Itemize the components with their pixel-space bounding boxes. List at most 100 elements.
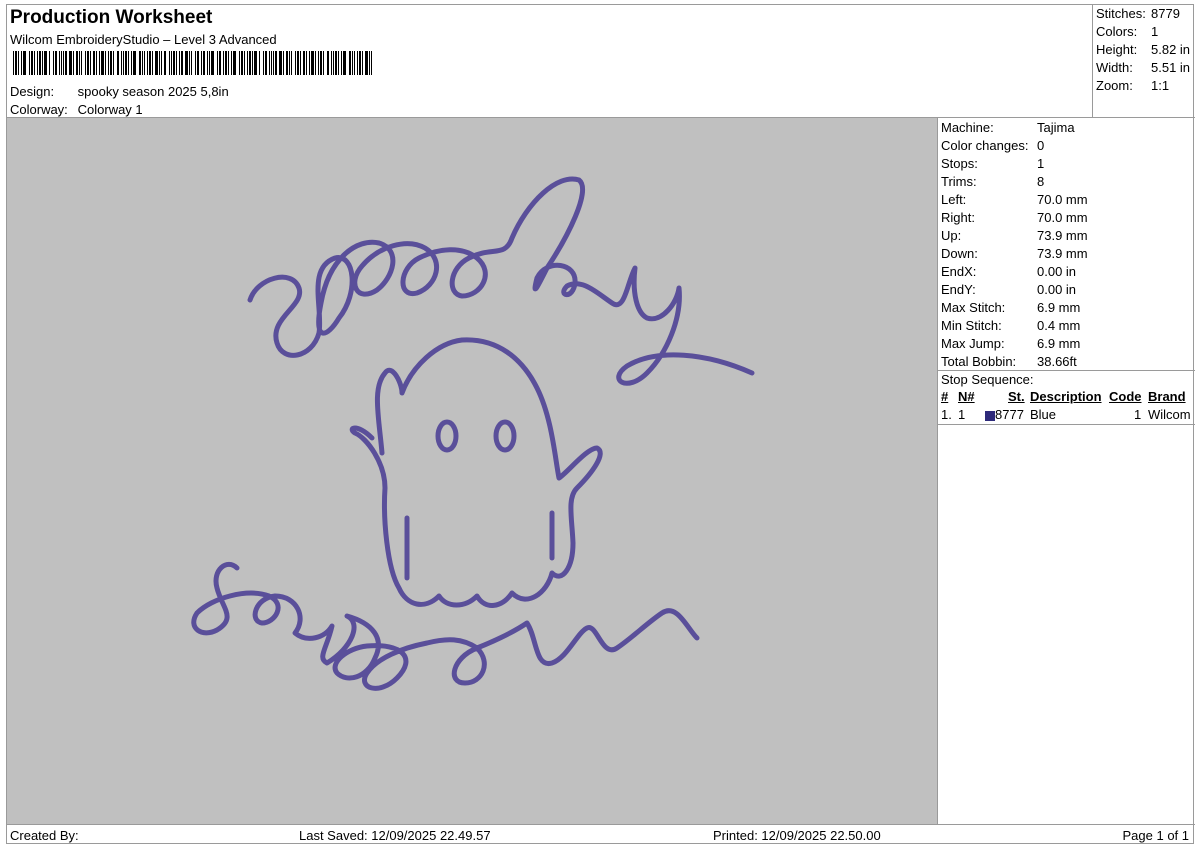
barcode-bar	[179, 51, 180, 75]
barcode-bar	[263, 51, 264, 75]
stop-cell-n: 1	[958, 407, 966, 422]
barcode-bar	[37, 51, 38, 75]
barcode-bar	[249, 51, 251, 75]
design-value: spooky season 2025 5,8in	[77, 84, 229, 99]
barcode-bar	[209, 51, 210, 75]
barcode-bar	[271, 51, 272, 75]
created-by: Created By:	[10, 828, 79, 843]
barcode-bar	[189, 51, 190, 75]
design-row: Design: spooky season 2025 5,8in	[10, 84, 229, 99]
machine-info-label: Left:	[941, 192, 967, 207]
barcode-bar	[291, 51, 292, 75]
stop-sequence: Stop Sequence: # N# St. Description Code Brand…	[938, 370, 1195, 422]
software-name: Wilcom EmbroideryStudio – Level 3 Advanc…	[10, 32, 277, 47]
barcode-bar	[265, 51, 267, 75]
barcode-bar	[18, 51, 19, 75]
barcode-bar	[39, 51, 41, 75]
barcode-bar	[352, 51, 353, 75]
stop-column-header: Brand	[1148, 389, 1186, 404]
barcode-bar	[139, 51, 141, 75]
barcode-bar	[144, 51, 145, 75]
barcode-bar	[152, 51, 153, 75]
width-value: 5.51 in	[1151, 60, 1191, 75]
machine-info-label: Min Stitch:	[941, 318, 1002, 333]
embroidery-artwork	[191, 176, 755, 691]
machine-info-row: Max Jump: 6.9 mm	[941, 335, 1080, 353]
colors-value: 1	[1151, 24, 1159, 39]
machine-info-label: EndX:	[941, 264, 977, 279]
stitches-label: Stitches:	[1096, 6, 1146, 21]
production-worksheet: Production Worksheet Wilcom EmbroiderySt…	[6, 4, 1195, 844]
barcode-bar	[34, 51, 35, 75]
barcode-bar	[197, 51, 199, 75]
barcode-bar	[171, 51, 172, 75]
stop-column-header: Code	[1109, 389, 1142, 404]
barcode-bar	[110, 51, 112, 75]
barcode-bar	[61, 51, 62, 75]
barcode-bar	[289, 51, 290, 75]
barcode-bar	[155, 51, 158, 75]
colors-label: Colors:	[1096, 24, 1138, 39]
machine-info-row: Up: 73.9 mm	[941, 227, 1088, 245]
worksheet-title: Production Worksheet	[10, 7, 213, 28]
zoom-row: Zoom: 1:1	[1096, 77, 1169, 95]
machine-info-label: Total Bobbin:	[941, 354, 1017, 369]
barcode-bar	[341, 51, 342, 75]
barcode-bar	[55, 51, 57, 75]
barcode-bar	[159, 51, 160, 75]
barcode-bar	[297, 51, 299, 75]
ghost-eye-left	[435, 419, 459, 453]
barcode-bar	[320, 51, 322, 75]
barcode-bar	[318, 51, 319, 75]
barcode-bar	[117, 51, 119, 75]
barcode-bar	[149, 51, 151, 75]
machine-info-value: 0	[1037, 138, 1045, 153]
lettering-spooky	[247, 176, 755, 386]
machine-info-label: Up:	[941, 228, 962, 243]
stop-column-header: Description	[1030, 389, 1102, 404]
barcode-bar	[87, 51, 89, 75]
machine-info-value: 38.66ft	[1037, 354, 1077, 369]
machine-info-row: EndY: 0.00 in	[941, 281, 1076, 299]
stop-cell-num: 1.	[941, 407, 952, 422]
machine-info-row: Down: 73.9 mm	[941, 245, 1088, 263]
barcode-bar	[275, 51, 277, 75]
barcode-bar	[105, 51, 106, 75]
barcode-bar	[338, 51, 339, 75]
barcode-bar	[228, 51, 229, 75]
colorway-value: Colorway 1	[77, 102, 143, 117]
barcode-bar	[333, 51, 334, 75]
barcode-bar	[191, 51, 192, 75]
barcode-bar	[311, 51, 314, 75]
barcode-bar	[123, 51, 124, 75]
barcode-bar	[93, 51, 95, 75]
barcode-bar	[365, 51, 368, 75]
barcode-bar	[113, 51, 114, 75]
machine-info-label: Right:	[941, 210, 975, 225]
machine-info-value: 73.9 mm	[1037, 228, 1088, 243]
barcode-bar	[29, 51, 30, 75]
colors-row: Colors: 1	[1096, 23, 1158, 41]
machine-info-row: Right: 70.0 mm	[941, 209, 1088, 227]
barcode-bar	[323, 51, 324, 75]
barcode-bar	[76, 51, 78, 75]
barcode-bar	[343, 51, 346, 75]
barcode-bar	[359, 51, 361, 75]
machine-info-value: 6.9 mm	[1037, 336, 1081, 351]
barcode-bar	[69, 51, 72, 75]
barcode-bar	[131, 51, 132, 75]
width-label: Width:	[1096, 60, 1133, 75]
barcode-bar	[279, 51, 282, 75]
barcode-bar	[49, 51, 50, 75]
machine-info-row: Total Bobbin: 38.66ft	[941, 353, 1077, 371]
barcode-bar	[231, 51, 232, 75]
barcode-bar	[223, 51, 224, 75]
machine-info-label: Color changes:	[941, 138, 1029, 153]
machine-info-row: Min Stitch: 0.4 mm	[941, 317, 1080, 335]
barcode-bar	[90, 51, 91, 75]
printed-date: Printed: 12/09/2025 22.50.00	[713, 828, 881, 843]
machine-info-label: Down:	[941, 246, 978, 261]
machine-info-value: 0.00 in	[1037, 264, 1077, 279]
machine-info-row: EndX: 0.00 in	[941, 263, 1076, 281]
stitches-value: 8779	[1151, 6, 1180, 21]
